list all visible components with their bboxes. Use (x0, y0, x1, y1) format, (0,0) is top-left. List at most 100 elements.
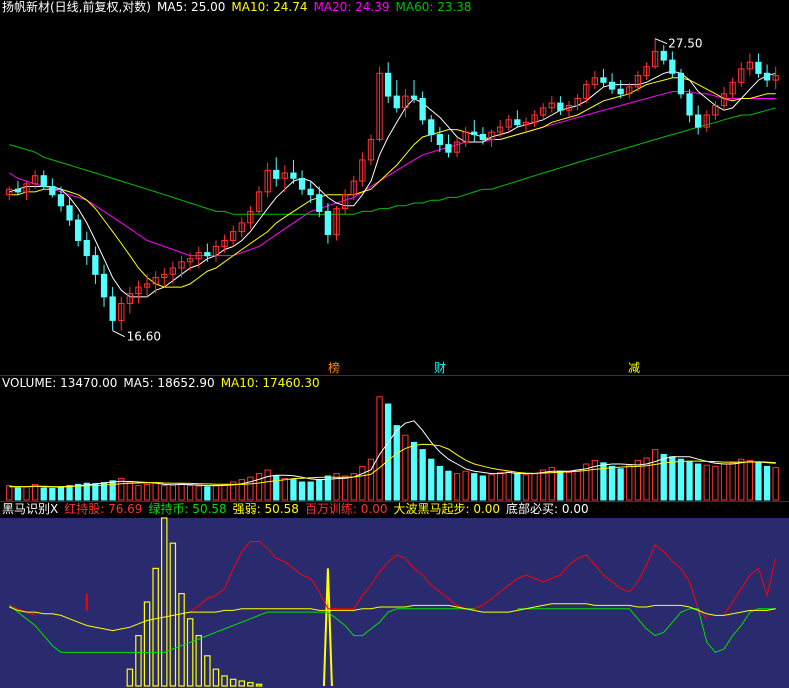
candle[interactable] (471, 119, 478, 143)
candle[interactable] (557, 96, 564, 116)
candle[interactable] (522, 117, 530, 133)
volume-bar[interactable] (436, 465, 444, 501)
candle[interactable] (531, 110, 538, 128)
volume-bar[interactable] (57, 487, 65, 501)
candle[interactable] (66, 197, 73, 226)
volume-bar[interactable] (161, 485, 168, 501)
volume-bar[interactable] (109, 480, 116, 501)
candle[interactable] (652, 38, 659, 69)
candle[interactable] (428, 115, 435, 143)
candle[interactable] (83, 231, 90, 265)
volume-bar[interactable] (703, 464, 710, 501)
candle[interactable] (6, 186, 13, 201)
candle[interactable] (342, 189, 349, 215)
candle[interactable] (514, 110, 521, 128)
candle[interactable] (298, 170, 306, 195)
candle[interactable] (255, 186, 263, 215)
volume-bar[interactable] (49, 488, 56, 501)
volume-bar[interactable] (540, 469, 547, 501)
candle[interactable] (75, 214, 82, 247)
volume-bar[interactable] (522, 474, 530, 501)
candle[interactable] (169, 261, 176, 284)
candle[interactable] (453, 137, 461, 158)
candle[interactable] (333, 205, 340, 241)
candle[interactable] (772, 66, 779, 90)
candle[interactable] (100, 264, 108, 307)
volume-bar[interactable] (712, 465, 719, 501)
volume-bar[interactable] (514, 473, 521, 501)
volume-bar[interactable] (462, 470, 469, 501)
candle[interactable] (126, 287, 133, 314)
candle[interactable] (230, 225, 237, 247)
volume-bar[interactable] (92, 483, 99, 501)
event-marker-bang[interactable]: 榜 (328, 360, 340, 375)
event-marker-jian[interactable]: 减 (628, 361, 640, 375)
volume-bar[interactable] (307, 481, 314, 501)
candle[interactable] (669, 51, 676, 78)
candle[interactable] (118, 296, 125, 331)
volume-bar[interactable] (557, 470, 564, 501)
candle[interactable] (402, 89, 409, 118)
candle[interactable] (643, 62, 650, 81)
price-panel[interactable] (6, 38, 779, 338)
candle[interactable] (161, 268, 168, 288)
candle[interactable] (746, 53, 754, 76)
candle[interactable] (367, 134, 375, 166)
volume-bar[interactable] (617, 468, 624, 501)
volume-bar[interactable] (273, 475, 280, 501)
volume-bar[interactable] (290, 479, 297, 501)
volume-bar[interactable] (126, 481, 133, 501)
volume-bar[interactable] (686, 461, 693, 501)
volume-bar[interactable] (393, 425, 400, 501)
volume-bar[interactable] (23, 486, 30, 501)
volume-bar[interactable] (755, 462, 762, 501)
volume-bar[interactable] (204, 486, 211, 501)
volume-bar[interactable] (772, 467, 779, 501)
candle[interactable] (436, 127, 444, 153)
candle[interactable] (660, 45, 667, 65)
volume-bar[interactable] (281, 477, 289, 501)
volume-bar[interactable] (221, 483, 228, 501)
candle[interactable] (565, 100, 573, 118)
volume-panel[interactable] (6, 396, 779, 501)
volume-bar[interactable] (195, 485, 202, 501)
candle[interactable] (14, 181, 21, 195)
volume-bar[interactable] (746, 459, 754, 501)
candle[interactable] (540, 103, 547, 120)
candle[interactable] (143, 274, 151, 297)
volume-bar[interactable] (428, 458, 435, 501)
candle[interactable] (385, 62, 392, 104)
volume-bar[interactable] (75, 483, 82, 501)
volume-bar[interactable] (143, 483, 151, 501)
candle[interactable] (729, 77, 736, 99)
volume-bar[interactable] (264, 469, 271, 501)
volume-bar[interactable] (6, 485, 13, 501)
candle[interactable] (686, 89, 693, 123)
candle[interactable] (738, 62, 745, 87)
volume-bar[interactable] (471, 473, 478, 501)
volume-bar[interactable] (169, 484, 176, 501)
volume-bar[interactable] (14, 487, 21, 501)
candle[interactable] (755, 53, 762, 78)
candle[interactable] (273, 157, 280, 187)
volume-bar[interactable] (497, 471, 504, 501)
volume-bar[interactable] (419, 449, 426, 501)
candle[interactable] (703, 110, 710, 133)
candle[interactable] (92, 246, 99, 284)
volume-bar[interactable] (574, 469, 581, 501)
candle[interactable] (238, 217, 245, 238)
volume-bar[interactable] (247, 476, 254, 501)
volume-bar[interactable] (212, 485, 220, 501)
candle[interactable] (548, 96, 555, 113)
candle[interactable] (445, 134, 452, 158)
event-marker-cai[interactable]: 财 (434, 361, 446, 375)
volume-bar[interactable] (660, 453, 667, 501)
volume-bar[interactable] (531, 473, 538, 501)
volume-bar[interactable] (677, 458, 685, 501)
volume-bar[interactable] (565, 471, 573, 501)
volume-bar[interactable] (453, 473, 461, 501)
candle[interactable] (419, 91, 426, 125)
volume-bar[interactable] (720, 463, 728, 501)
volume-bar[interactable] (608, 465, 616, 501)
candle[interactable] (462, 127, 469, 148)
